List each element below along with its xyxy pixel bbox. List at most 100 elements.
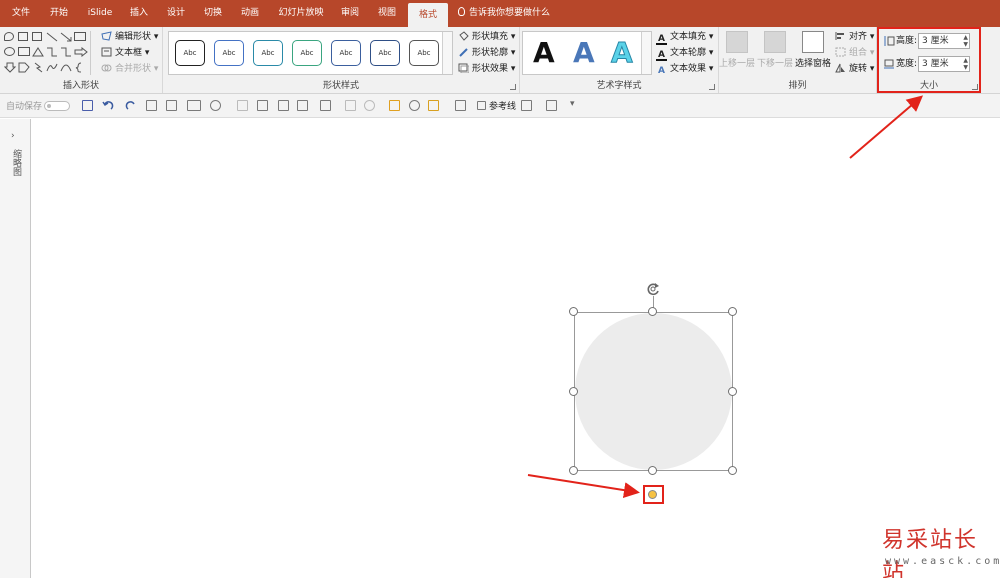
curve-shape-icon[interactable] <box>60 62 72 73</box>
toolbar-icon-8[interactable] <box>297 100 308 111</box>
group-objects-button[interactable]: 组合 ▾ <box>835 46 874 60</box>
elbow-connector2-shape-icon[interactable] <box>60 47 72 57</box>
toolbar-icon-4[interactable] <box>210 100 221 111</box>
toolbar-icon-13[interactable] <box>409 100 420 111</box>
toolbar-icon-14[interactable] <box>428 100 439 111</box>
shape-style-6[interactable]: Abc <box>370 40 400 66</box>
bring-forward-button[interactable]: 上移一层 <box>719 31 755 69</box>
shape-styles-launcher-icon[interactable] <box>510 84 516 90</box>
resize-handle-left[interactable] <box>569 387 578 396</box>
tab-design[interactable]: 设计 <box>161 0 191 27</box>
text-box-button[interactable]: 文本框 ▾ <box>101 46 149 60</box>
tell-me-search[interactable]: 告诉我你想要做什么 <box>458 0 550 27</box>
shape-style-7[interactable]: Abc <box>409 40 439 66</box>
tab-review[interactable]: 审阅 <box>335 0 365 27</box>
rotation-handle-icon[interactable] <box>645 281 661 297</box>
save-icon[interactable] <box>82 100 93 111</box>
rectangle2-shape-icon[interactable] <box>18 47 30 56</box>
selection-pane-button[interactable]: 选择窗格 <box>795 31 831 69</box>
toolbar-icon-17[interactable] <box>546 100 557 111</box>
redo-icon[interactable] <box>125 100 137 112</box>
toolbar-icon-15[interactable] <box>455 100 466 111</box>
wordart-style-blue[interactable]: A <box>573 36 595 70</box>
shape-style-1[interactable]: Abc <box>175 40 205 66</box>
textbox-shape-icon[interactable] <box>18 32 28 41</box>
line-shape-icon[interactable] <box>46 32 58 42</box>
wordart-style-black[interactable]: A <box>533 36 555 70</box>
tab-animations[interactable]: 动画 <box>235 0 265 27</box>
shape-style-3[interactable]: Abc <box>253 40 283 66</box>
shape-outline-button[interactable]: 形状轮廓 ▾ <box>458 46 515 60</box>
shapes-gallery[interactable] <box>4 31 98 75</box>
pentagon-shape-icon[interactable] <box>18 62 30 73</box>
toolbar-icon-5[interactable] <box>237 100 248 111</box>
toolbar-icon-9[interactable] <box>320 100 331 111</box>
resize-handle-right[interactable] <box>728 387 737 396</box>
slide-canvas[interactable] <box>31 119 1000 578</box>
rotate-button[interactable]: 旋转 ▾ <box>835 62 874 76</box>
text-outline-button[interactable]: A 文本轮廓 ▾ <box>656 46 713 61</box>
wordart-gallery-scroll[interactable] <box>641 32 651 74</box>
callout-shape-icon[interactable] <box>4 32 14 41</box>
toolbar-icon-1[interactable] <box>146 100 157 111</box>
shape-style-gallery[interactable]: Abc Abc Abc Abc Abc Abc Abc <box>168 31 453 75</box>
toolbar-icon-7[interactable] <box>278 100 289 111</box>
oval-shape-icon[interactable] <box>4 47 15 56</box>
guides-checkbox[interactable] <box>477 101 486 110</box>
shape-fill-button[interactable]: 形状填充 ▾ <box>458 30 515 44</box>
resize-handle-top[interactable] <box>648 307 657 316</box>
text-effects-button[interactable]: A 文本效果 ▾ <box>656 62 713 76</box>
tab-view[interactable]: 视图 <box>372 0 402 27</box>
wordart-style-outline[interactable]: A <box>611 36 634 70</box>
down-arrow-shape-icon[interactable] <box>4 62 16 73</box>
tab-slideshow[interactable]: 幻灯片放映 <box>274 0 328 27</box>
resize-handle-top-left[interactable] <box>569 307 578 316</box>
resize-handle-bottom[interactable] <box>648 466 657 475</box>
tab-insert[interactable]: 插入 <box>124 0 154 27</box>
undo-icon[interactable] <box>101 100 117 112</box>
resize-handle-bottom-right[interactable] <box>728 466 737 475</box>
right-arrow-shape-icon[interactable] <box>74 47 88 57</box>
wordart-launcher-icon[interactable] <box>709 84 715 90</box>
toolbar-icon-2[interactable] <box>166 100 177 111</box>
toolbar-icon-12[interactable] <box>389 100 400 111</box>
align-button[interactable]: 对齐 ▾ <box>835 30 874 44</box>
shape-effects-button[interactable]: 形状效果 ▾ <box>458 62 515 76</box>
expand-pane-icon[interactable]: › <box>11 131 15 141</box>
shape-style-4[interactable]: Abc <box>292 40 322 66</box>
freeform-shape-icon[interactable] <box>46 62 58 73</box>
tab-home[interactable]: 开始 <box>44 0 74 27</box>
selection-pane-icon <box>802 31 824 53</box>
edit-shape-button[interactable]: 编辑形状 ▾ <box>101 30 158 44</box>
toolbar-icon-10[interactable] <box>345 100 356 111</box>
shape-style-2[interactable]: Abc <box>214 40 244 66</box>
toolbar-icon-16[interactable] <box>521 100 532 111</box>
toolbar-icon-3[interactable] <box>187 100 201 111</box>
shapes-gallery-scroll[interactable] <box>90 31 98 75</box>
toolbar-icon-11[interactable] <box>364 100 375 111</box>
tab-file[interactable]: 文件 <box>6 0 36 27</box>
triangle-shape-icon[interactable] <box>32 47 44 57</box>
tab-islide[interactable]: iSlide <box>84 0 116 27</box>
send-backward-button[interactable]: 下移一层 <box>757 31 793 69</box>
autosave-toggle[interactable] <box>44 101 70 111</box>
rectangle-shape-icon[interactable] <box>74 32 86 41</box>
shape-outline-label: 形状轮廓 <box>472 48 509 58</box>
tab-transitions[interactable]: 切换 <box>198 0 228 27</box>
shape-style-5[interactable]: Abc <box>331 40 361 66</box>
toolbar-icon-6[interactable] <box>257 100 268 111</box>
elbow-connector-shape-icon[interactable] <box>46 47 58 57</box>
brace-shape-icon[interactable] <box>74 62 86 73</box>
resize-handle-bottom-left[interactable] <box>569 466 578 475</box>
resize-handle-top-right[interactable] <box>728 307 737 316</box>
tab-format[interactable]: 格式 <box>408 3 448 27</box>
quick-access-toolbar: 自动保存 参考线 ▾ <box>0 94 1000 118</box>
arrow-line-shape-icon[interactable] <box>60 32 72 42</box>
text-fill-button[interactable]: A 文本填充 ▾ <box>656 30 713 45</box>
wordart-gallery[interactable]: A A A <box>522 31 652 75</box>
customize-toolbar-icon[interactable]: ▾ <box>570 99 575 109</box>
vertical-textbox-shape-icon[interactable] <box>32 32 42 41</box>
lightning-shape-icon[interactable] <box>32 62 44 73</box>
shape-style-gallery-scroll[interactable] <box>442 32 452 74</box>
merge-shapes-button[interactable]: 合并形状 ▾ <box>101 62 158 76</box>
